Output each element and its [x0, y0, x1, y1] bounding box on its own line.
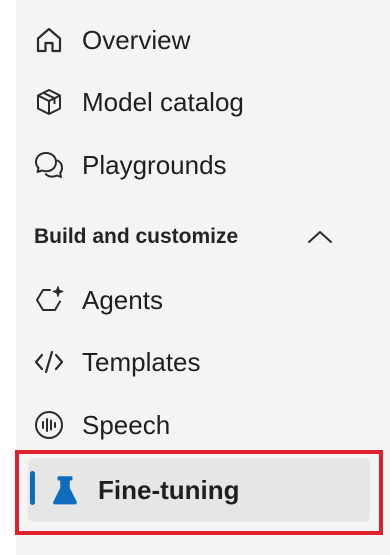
selection-indicator — [30, 471, 35, 505]
chat-icon — [32, 148, 66, 182]
nav-item-overview[interactable]: Overview — [32, 20, 190, 60]
nav-item-agents[interactable]: Agents — [32, 280, 163, 320]
nav-item-label: Playgrounds — [82, 149, 227, 180]
speech-icon — [32, 408, 66, 442]
agent-sparkle-icon — [32, 283, 66, 317]
nav-item-playgrounds[interactable]: Playgrounds — [32, 145, 227, 185]
nav-item-label: Overview — [82, 24, 191, 55]
section-title: Build and customize — [34, 225, 239, 248]
section-header-build-and-customize[interactable]: Build and customize — [34, 220, 334, 254]
nav-item-templates[interactable]: Templates — [32, 342, 201, 382]
nav-item-label: Speech — [82, 409, 171, 440]
flask-icon — [48, 473, 82, 507]
nav-item-speech[interactable]: Speech — [32, 405, 170, 445]
nav-item-label: Agents — [82, 284, 163, 315]
nav-item-label: Fine-tuning — [98, 474, 240, 505]
code-icon — [32, 345, 66, 379]
cube-icon — [32, 85, 66, 119]
nav-item-fine-tuning[interactable]: Fine-tuning — [48, 470, 240, 510]
nav-item-label: Templates — [82, 346, 201, 377]
chevron-up-icon[interactable] — [306, 227, 334, 247]
nav-item-label: Model catalog — [82, 86, 244, 117]
home-icon — [32, 23, 66, 57]
nav-item-model-catalog[interactable]: Model catalog — [32, 82, 244, 122]
